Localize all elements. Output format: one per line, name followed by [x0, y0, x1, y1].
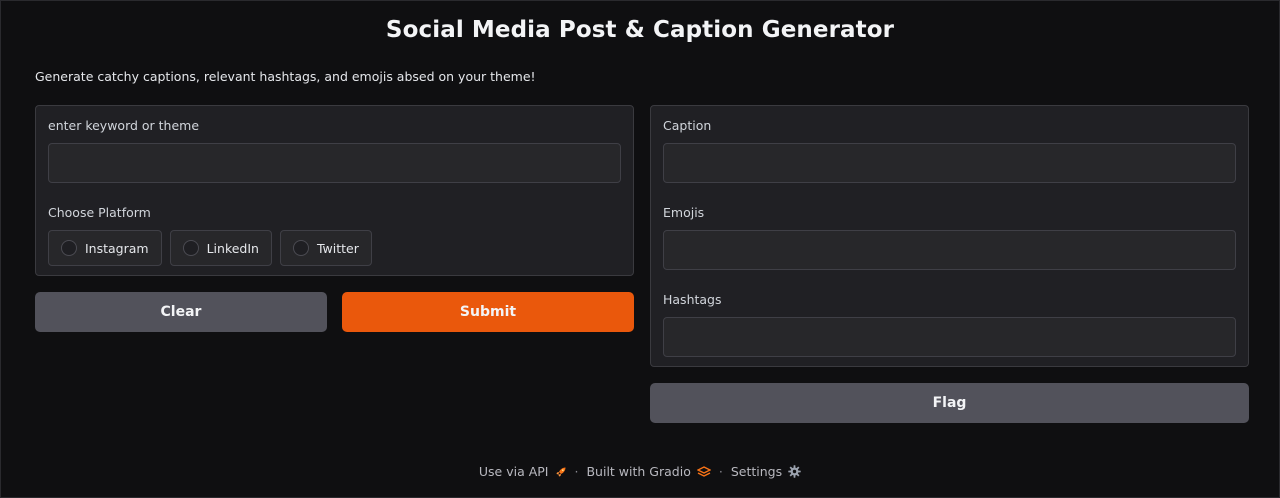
app-root: Social Media Post & Caption Generator Ge… [0, 0, 1280, 498]
api-link-label: Use via API [478, 464, 549, 479]
platform-option-twitter[interactable]: Twitter [279, 230, 372, 266]
submit-button[interactable]: Submit [342, 292, 634, 332]
input-panel: enter keyword or theme Choose Platform I… [35, 105, 634, 276]
footer: Use via API · Built with Gradio · Settin… [1, 464, 1279, 479]
platform-radio-group: Instagram LinkedIn Twitter [48, 230, 372, 266]
page-title: Social Media Post & Caption Generator [385, 17, 895, 43]
platform-option-label: Instagram [85, 240, 149, 256]
keyword-label: enter keyword or theme [48, 118, 200, 133]
hashtags-label: Hashtags [663, 292, 722, 307]
gear-icon [788, 465, 801, 478]
footer-separator: · [574, 464, 579, 479]
radio-circle-icon[interactable] [182, 240, 199, 256]
use-via-api-link[interactable]: Use via API [479, 464, 567, 479]
footer-separator: · [718, 464, 723, 479]
flag-button[interactable]: Flag [650, 383, 1249, 423]
keyword-input[interactable] [48, 143, 621, 183]
gradio-link-label: Built with Gradio [586, 464, 691, 479]
radio-circle-icon[interactable] [292, 240, 309, 256]
output-panel: Caption Emojis Hashtags [650, 105, 1249, 367]
platform-option-label: LinkedIn [206, 240, 259, 256]
settings-link-label: Settings [730, 464, 783, 479]
hashtags-output[interactable] [663, 317, 1236, 357]
platform-label: Choose Platform [48, 205, 151, 220]
gradio-logo-icon [696, 465, 711, 478]
platform-option-label: Twitter [316, 240, 359, 256]
clear-button[interactable]: Clear [35, 292, 327, 332]
built-with-gradio-link[interactable]: Built with Gradio [586, 464, 711, 479]
emojis-label: Emojis [663, 205, 705, 220]
emojis-output[interactable] [663, 230, 1236, 270]
platform-option-linkedin[interactable]: LinkedIn [169, 230, 272, 266]
radio-circle-icon[interactable] [61, 240, 77, 256]
caption-label: Caption [663, 118, 712, 133]
platform-option-instagram[interactable]: Instagram [48, 230, 162, 266]
settings-link[interactable]: Settings [731, 464, 801, 479]
page-description: Generate catchy captions, relevant hasht… [35, 69, 536, 84]
rocket-icon [555, 466, 567, 478]
caption-output[interactable] [663, 143, 1236, 183]
